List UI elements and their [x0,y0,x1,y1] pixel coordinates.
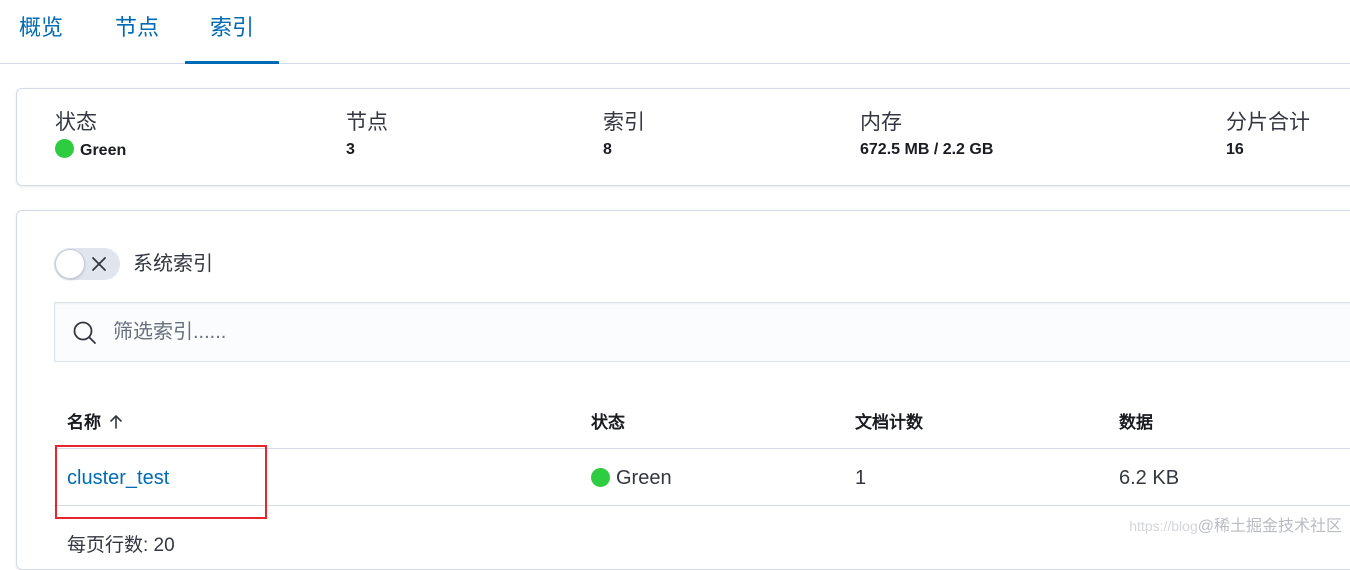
tab-bar: 概览 节点 索引 [0,0,1350,64]
index-search-input[interactable] [113,303,1313,361]
stat-shards-value: 16 [1226,141,1244,158]
column-header-name-label: 名称 [67,413,101,432]
stat-status-label: 状态 [55,111,97,134]
column-header-status[interactable]: 状态 [591,411,625,435]
watermark-text: @稀土掘金技术社区 [1197,518,1342,535]
stat-nodes-label: 节点 [346,111,388,134]
close-icon [92,257,106,271]
status-dot-icon [55,139,74,158]
index-name-link[interactable]: cluster_test [67,465,169,491]
stat-status-value: Green [80,142,127,159]
table-row: cluster_test Green 1 6.2 KB [54,449,1350,506]
stat-nodes: 节点 3 [346,109,388,161]
watermark: https://blog@稀土掘金技术社区 [1129,512,1342,536]
stat-memory-label: 内存 [860,111,902,134]
column-header-data[interactable]: 数据 [1119,411,1153,435]
tab-indices[interactable]: 索引 [185,0,279,64]
index-status-cell: Green [591,465,672,491]
cluster-summary-panel: 状态 Green 节点 3 索引 8 内存 672.5 MB / 2.2 GB … [16,88,1350,186]
status-dot-icon [591,468,610,487]
index-docs-cell: 1 [855,467,867,489]
stat-shards: 分片合计 16 [1226,109,1310,161]
system-indices-toggle[interactable] [54,248,120,280]
stat-indices-label: 索引 [603,111,645,134]
index-search-box[interactable] [54,302,1350,362]
stat-memory: 内存 672.5 MB / 2.2 GB [860,109,993,161]
sort-ascending-icon [110,415,122,429]
index-status-value: Green [616,467,672,489]
index-data-cell: 6.2 KB [1119,467,1180,489]
tab-nodes[interactable]: 节点 [96,0,178,64]
column-header-name[interactable]: 名称 [67,411,123,435]
tab-overview[interactable]: 概览 [0,0,82,64]
stat-status: 状态 Green [55,109,126,162]
search-icon [73,321,96,344]
rows-per-page-button[interactable]: 每页行数: 20 [67,533,175,559]
stat-memory-value: 672.5 MB / 2.2 GB [860,141,994,158]
stat-indices: 索引 8 [603,109,645,161]
toggle-knob [55,249,85,279]
stat-indices-value: 8 [603,141,612,158]
column-header-docs[interactable]: 文档计数 [855,411,923,435]
watermark-prefix: https://blog [1129,518,1198,534]
system-indices-label: 系统索引 [133,253,213,275]
stat-shards-label: 分片合计 [1226,111,1310,134]
stat-nodes-value: 3 [346,141,355,158]
